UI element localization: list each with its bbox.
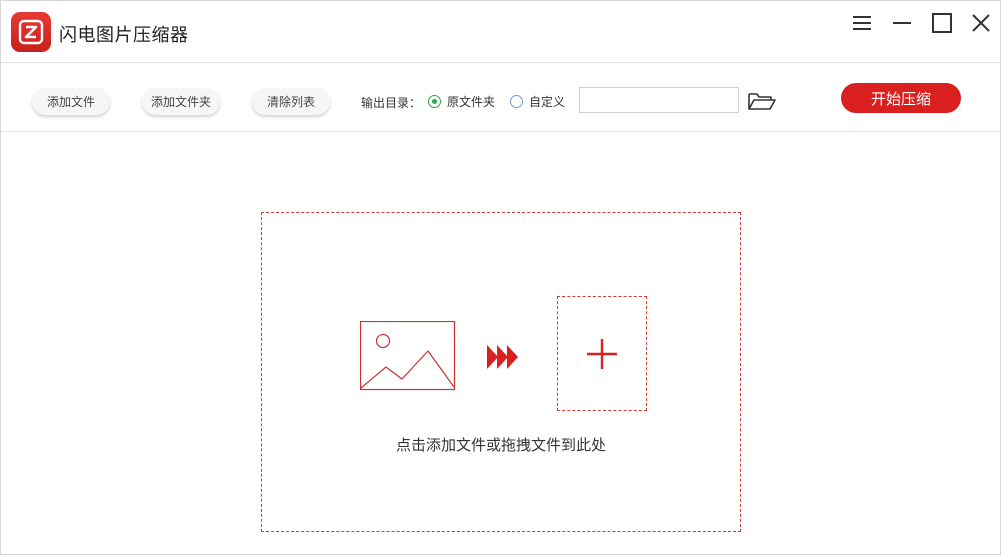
plus-icon	[587, 338, 617, 369]
title-bar: 闪电图片压缩器	[1, 1, 1001, 63]
minimize-icon[interactable]	[889, 10, 915, 36]
radio-custom-label: 自定义	[529, 94, 566, 109]
hamburger-icon[interactable]	[849, 10, 875, 36]
drop-hint-text: 点击添加文件或拖拽文件到此处	[395, 436, 606, 454]
toolbar: 添加文件 添加文件夹 清除列表 输出目录： 原文件夹 自定义 开始压缩	[1, 63, 1001, 132]
triple-arrow-icon	[486, 344, 520, 374]
drop-zone[interactable]: 点击添加文件或拖拽文件到此处	[261, 212, 741, 532]
add-file-dropbox[interactable]	[557, 296, 647, 411]
close-icon[interactable]	[968, 10, 994, 36]
image-icon	[359, 320, 456, 395]
app-window: 闪电图片压缩器 添加文件 添加文件夹 清除列表 输出目录： 原文件夹 自定义 开…	[0, 0, 1001, 555]
folder-open-icon[interactable]	[747, 90, 777, 112]
add-file-button[interactable]: 添加文件	[32, 88, 110, 115]
radio-original-folder[interactable]: 原文件夹	[428, 94, 496, 109]
clear-list-button[interactable]: 清除列表	[252, 88, 330, 115]
start-compress-button[interactable]: 开始压缩	[841, 83, 961, 113]
radio-checked-icon	[428, 94, 441, 108]
radio-unchecked-icon	[510, 94, 523, 108]
radio-original-label: 原文件夹	[447, 94, 496, 109]
radio-custom-folder[interactable]: 自定义	[510, 94, 566, 109]
add-folder-button[interactable]: 添加文件夹	[142, 88, 220, 115]
app-logo-icon	[11, 12, 51, 52]
app-title: 闪电图片压缩器	[59, 25, 189, 46]
output-path-input[interactable]	[579, 87, 739, 113]
output-dir-label: 输出目录：	[361, 96, 422, 110]
maximize-icon[interactable]	[929, 10, 955, 36]
